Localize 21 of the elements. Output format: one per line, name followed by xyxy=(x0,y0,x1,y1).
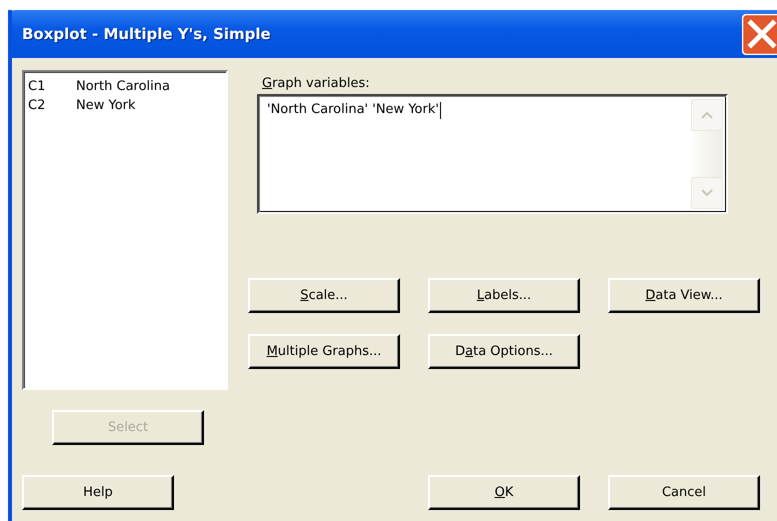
option-button[interactable]: Labels... xyxy=(428,278,580,313)
graph-variables-field[interactable]: 'North Carolina' 'New York' xyxy=(257,94,728,214)
option-button[interactable]: Scale... xyxy=(248,278,400,313)
column-id[interactable]: C2 xyxy=(28,96,76,115)
option-button[interactable]: Multiple Graphs... xyxy=(248,334,400,369)
cancel-button[interactable]: Cancel xyxy=(608,475,760,510)
column-name[interactable]: New York xyxy=(76,96,136,115)
field-value: 'North Carolina' 'New York' xyxy=(267,102,439,117)
scrollbar[interactable] xyxy=(691,99,723,209)
help-button[interactable]: Help xyxy=(22,475,174,510)
option-button[interactable]: Data View... xyxy=(608,278,760,313)
scroll-up-button[interactable] xyxy=(691,99,723,131)
close-icon[interactable] xyxy=(742,14,777,54)
window-title: Boxplot - Multiple Y's, Simple xyxy=(22,25,271,43)
column-name[interactable]: North Carolina xyxy=(76,77,170,96)
scroll-down-button[interactable] xyxy=(691,177,723,209)
ok-button[interactable]: OK xyxy=(428,475,580,510)
text-cursor xyxy=(440,102,441,119)
field-label: Graph variables: xyxy=(262,76,371,91)
option-button[interactable]: Data Options... xyxy=(428,334,580,369)
column-id[interactable]: C1 xyxy=(28,77,76,96)
